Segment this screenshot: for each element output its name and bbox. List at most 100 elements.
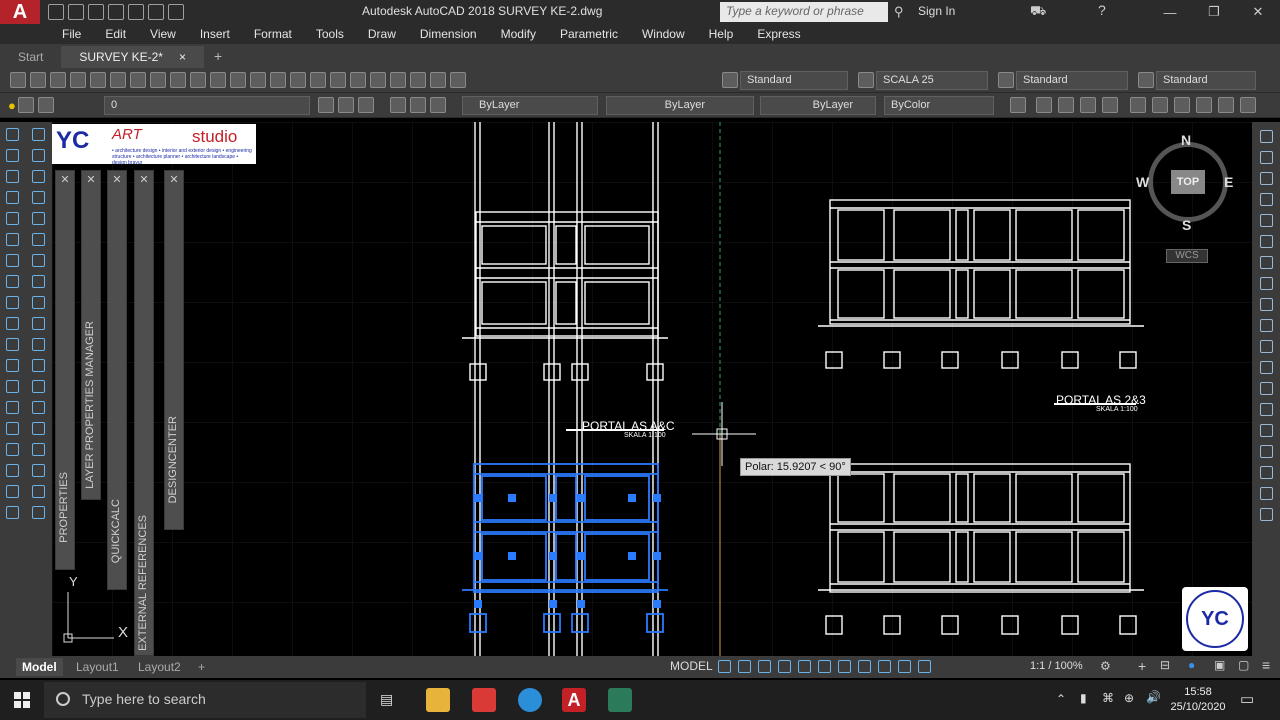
dim-linear-icon[interactable] <box>1259 130 1273 143</box>
plus-icon[interactable]: + <box>1138 658 1146 674</box>
battery-icon[interactable]: ▮ <box>1080 691 1087 705</box>
hardware-acceleration-icon[interactable]: ▣ <box>1214 658 1225 672</box>
compass-north[interactable]: N <box>1181 132 1191 148</box>
customization-menu-icon[interactable]: ≡ <box>1262 657 1270 673</box>
menu-file[interactable]: File <box>50 27 93 41</box>
zoom-window-icon[interactable] <box>290 72 306 88</box>
leader-icon[interactable] <box>31 485 45 498</box>
dim-edit-icon[interactable] <box>1259 487 1273 500</box>
spline-icon[interactable] <box>5 296 19 309</box>
layer-match-icon[interactable] <box>1174 97 1190 113</box>
menu-insert[interactable]: Insert <box>188 27 242 41</box>
object-snap-icon[interactable] <box>838 660 851 673</box>
dim-aligned-icon[interactable] <box>1259 151 1273 164</box>
trim-icon[interactable] <box>31 317 45 330</box>
inspection-icon[interactable] <box>1259 445 1273 458</box>
notifications-icon[interactable]: ▭ <box>1240 690 1254 708</box>
open-file-icon[interactable] <box>68 4 84 20</box>
layer-lock-icon[interactable] <box>1240 97 1256 113</box>
undo-icon[interactable] <box>210 72 226 88</box>
circle-icon[interactable] <box>5 254 19 267</box>
publish-icon[interactable] <box>110 72 126 88</box>
workspace-icon[interactable] <box>1036 97 1052 113</box>
tolerance-icon[interactable] <box>31 506 45 519</box>
chamfer-icon[interactable] <box>31 401 45 414</box>
quickcalc-palette[interactable]: ✕ QUICKCALC <box>107 170 127 590</box>
table-style-icon[interactable] <box>998 72 1014 88</box>
tool-palettes-icon[interactable] <box>370 72 386 88</box>
ellipse-arc-icon[interactable] <box>5 338 19 351</box>
tab-layout1[interactable]: Layout1 <box>70 658 125 676</box>
grid-icon[interactable] <box>718 660 731 673</box>
unisolate-icon[interactable] <box>430 97 446 113</box>
plotstyle-select[interactable]: ByColor <box>884 96 994 115</box>
dim-jogged-icon[interactable] <box>1259 235 1273 248</box>
attribute-icon[interactable] <box>1080 97 1096 113</box>
block-icon[interactable] <box>1058 97 1074 113</box>
lineweight-icon[interactable] <box>858 660 871 673</box>
dim-diameter-icon[interactable] <box>1259 256 1273 269</box>
offset-icon[interactable] <box>31 191 45 204</box>
annotation-visibility-icon[interactable] <box>898 660 911 673</box>
dim-baseline-icon[interactable] <box>1259 319 1273 332</box>
snap-icon[interactable] <box>738 660 751 673</box>
array-icon[interactable] <box>31 212 45 225</box>
xref-palette[interactable]: ✕ EXTERNAL REFERENCES <box>134 170 154 656</box>
insert-icon[interactable] <box>1102 97 1118 113</box>
close-icon[interactable]: ✕ <box>56 173 74 186</box>
polyline-icon[interactable] <box>5 170 19 183</box>
insert-block-icon[interactable] <box>5 359 19 372</box>
join-icon[interactable] <box>31 380 45 393</box>
table-style-select[interactable]: Standard <box>1016 71 1128 90</box>
layer-walk-icon[interactable] <box>1152 97 1168 113</box>
tolerance-icon[interactable] <box>1259 403 1273 416</box>
volume-icon[interactable]: 🔊 <box>1146 690 1161 704</box>
pan-icon[interactable] <box>250 72 266 88</box>
dim-angular-icon[interactable] <box>1259 277 1273 290</box>
qnew-icon[interactable] <box>10 72 26 88</box>
dim-radius-icon[interactable] <box>1259 214 1273 227</box>
lightbulb-icon[interactable]: ● <box>8 98 16 113</box>
add-layout-button[interactable]: + <box>192 658 211 676</box>
minimize-button[interactable]: — <box>1148 0 1192 24</box>
compass-south[interactable]: S <box>1182 217 1191 233</box>
close-icon[interactable]: ✕ <box>165 173 183 186</box>
mtext-icon[interactable] <box>5 506 19 519</box>
binoculars-icon[interactable]: ⚲ <box>894 4 904 20</box>
sun-icon[interactable] <box>17 97 34 113</box>
move-icon[interactable] <box>31 233 45 246</box>
save-as-icon[interactable] <box>108 4 124 20</box>
dim-style-select[interactable]: SCALA 25 <box>876 71 988 90</box>
windows-start-icon[interactable] <box>14 692 30 708</box>
isolate-icon[interactable] <box>410 97 426 113</box>
help-icon[interactable]: ? <box>1098 2 1106 18</box>
dim-space-icon[interactable] <box>1259 361 1273 374</box>
dim-continue-icon[interactable] <box>1259 340 1273 353</box>
sketchup-icon[interactable] <box>472 688 496 712</box>
close-icon[interactable]: ✕ <box>135 173 153 186</box>
copy-icon[interactable] <box>31 149 45 162</box>
selection-cycling-icon[interactable] <box>878 660 891 673</box>
model-space-canvas[interactable]: PORTAL AS A&C SKALA 1:100 PORTAL AS 2&3 … <box>52 122 1252 656</box>
menu-edit[interactable]: Edit <box>93 27 138 41</box>
zoom-realtime-icon[interactable] <box>270 72 286 88</box>
maximize-button[interactable]: ❐ <box>1192 0 1236 24</box>
new-tab-button[interactable]: + <box>204 44 232 68</box>
revision-cloud-icon[interactable] <box>5 275 19 288</box>
autocad-taskbar-icon[interactable]: A <box>562 688 586 712</box>
print-icon[interactable] <box>128 4 144 20</box>
tab-survey-ke-2[interactable]: SURVEY KE-2* × <box>61 46 204 68</box>
arc-icon[interactable] <box>5 233 19 246</box>
erase-icon[interactable] <box>31 128 45 141</box>
menu-modify[interactable]: Modify <box>489 27 548 41</box>
scale-icon[interactable] <box>31 275 45 288</box>
markup-icon[interactable] <box>410 72 426 88</box>
menu-draw[interactable]: Draw <box>356 27 408 41</box>
lock-icon[interactable] <box>37 97 54 113</box>
rotate-icon[interactable] <box>31 254 45 267</box>
stretch-icon[interactable] <box>31 296 45 309</box>
point-icon[interactable] <box>5 401 19 414</box>
linetype-select[interactable]: ByLayer <box>606 96 754 115</box>
redo-icon[interactable] <box>230 72 246 88</box>
annotation-scale-icon[interactable] <box>918 660 931 673</box>
